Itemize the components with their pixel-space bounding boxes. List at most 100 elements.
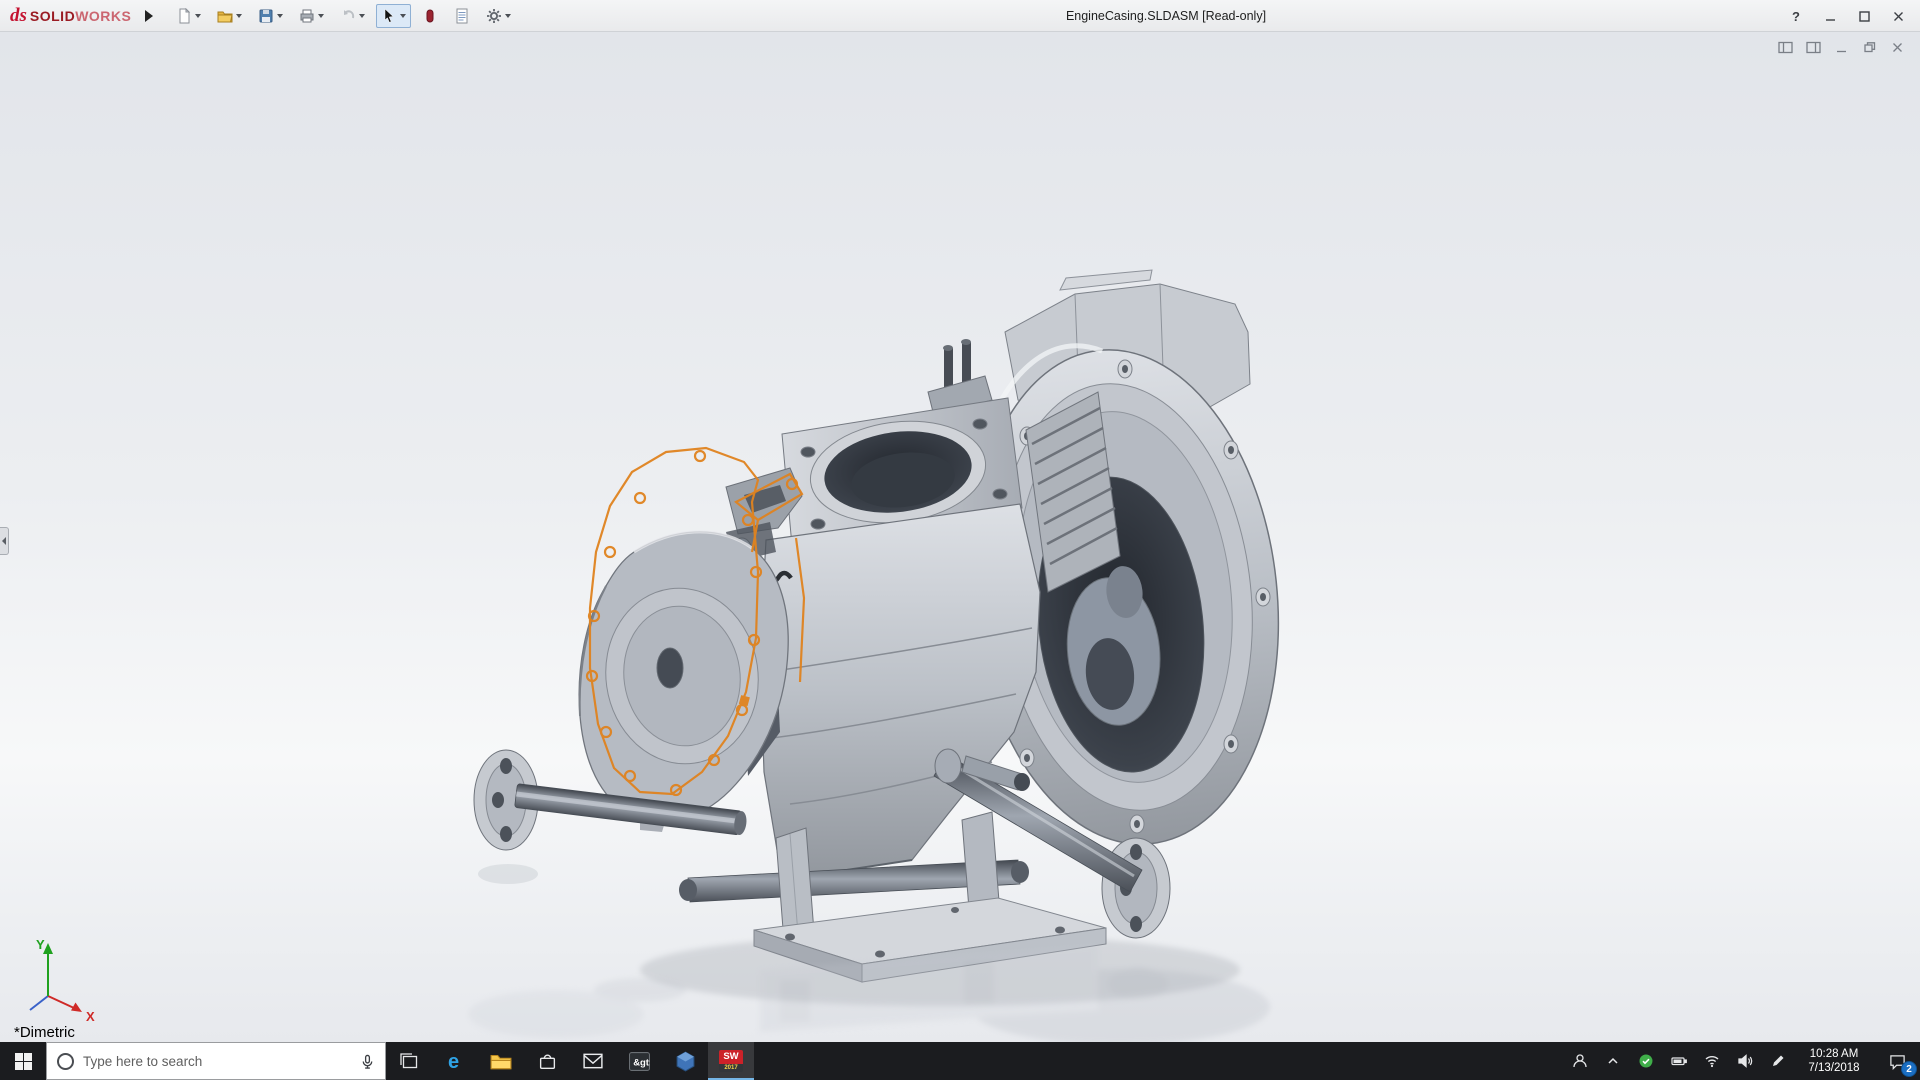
doc-minimize-button[interactable] bbox=[1832, 39, 1850, 55]
orientation-triad[interactable]: Y X bbox=[8, 936, 104, 1028]
pane-right-icon[interactable] bbox=[1804, 39, 1822, 55]
crankcase-block-part[interactable] bbox=[760, 504, 1040, 874]
svg-text:&gt;_: &gt;_ bbox=[633, 1057, 650, 1068]
pen-icon bbox=[1770, 1053, 1786, 1069]
new-document-icon bbox=[176, 8, 192, 24]
system-tray: 10:28 AM 7/13/2018 2 bbox=[1563, 1042, 1920, 1080]
network-button[interactable] bbox=[1695, 1042, 1728, 1080]
dropdown-caret-icon[interactable] bbox=[359, 14, 365, 18]
minimize-button[interactable] bbox=[1816, 4, 1844, 28]
people-button[interactable] bbox=[1563, 1042, 1596, 1080]
taskbar-app-edge[interactable]: e bbox=[432, 1042, 478, 1080]
task-view-button[interactable] bbox=[386, 1042, 432, 1080]
doc-close-button[interactable] bbox=[1888, 39, 1906, 55]
file-properties-icon bbox=[454, 8, 470, 24]
edge-icon: e bbox=[443, 1049, 467, 1073]
open-folder-icon bbox=[217, 8, 233, 24]
undo-icon bbox=[340, 8, 356, 24]
wifi-icon bbox=[1704, 1053, 1720, 1069]
clock-date: 7/13/2018 bbox=[1808, 1061, 1859, 1075]
document-window-controls bbox=[1776, 39, 1906, 55]
save-floppy-icon bbox=[258, 8, 274, 24]
options-button[interactable] bbox=[481, 4, 516, 28]
taskbar-app-store[interactable] bbox=[524, 1042, 570, 1080]
close-button[interactable] bbox=[1884, 4, 1912, 28]
triad-x-label: X bbox=[86, 1009, 95, 1024]
dropdown-caret-icon[interactable] bbox=[400, 14, 406, 18]
reflection-detail bbox=[478, 864, 538, 884]
svg-text:e: e bbox=[448, 1051, 459, 1073]
collapse-arrow-icon bbox=[2, 537, 6, 545]
file-properties-button[interactable] bbox=[449, 4, 475, 28]
windows-logo-icon bbox=[15, 1053, 32, 1070]
dropdown-caret-icon[interactable] bbox=[318, 14, 324, 18]
solidworks-app-icon: SW 2017 bbox=[719, 1050, 743, 1072]
chevron-up-icon bbox=[1605, 1053, 1621, 1069]
gear-icon bbox=[486, 8, 502, 24]
volume-button[interactable] bbox=[1728, 1042, 1761, 1080]
ds-logo-icon: ds bbox=[10, 5, 27, 27]
brand-works-text: WORKS bbox=[75, 8, 131, 24]
save-button[interactable] bbox=[253, 4, 288, 28]
view-orientation-label: *Dimetric bbox=[14, 1024, 75, 1041]
menu-expander-arrow-icon[interactable] bbox=[145, 10, 153, 22]
open-button[interactable] bbox=[212, 4, 247, 28]
clock-time: 10:28 AM bbox=[1810, 1047, 1859, 1061]
triad-y-label: Y bbox=[36, 937, 45, 952]
volume-icon bbox=[1737, 1053, 1753, 1069]
taskbar-app-edrawings[interactable] bbox=[662, 1042, 708, 1080]
pen-button[interactable] bbox=[1761, 1042, 1794, 1080]
battery-button[interactable] bbox=[1662, 1042, 1695, 1080]
brand-solid-text: SOLID bbox=[30, 8, 75, 24]
store-bag-icon bbox=[538, 1052, 557, 1071]
terminal-icon: &gt;_ bbox=[629, 1052, 650, 1071]
engine-casing-model[interactable] bbox=[0, 32, 1920, 1042]
solidworks-logo: ds SOLID WORKS bbox=[0, 5, 137, 27]
dropdown-caret-icon[interactable] bbox=[277, 14, 283, 18]
people-icon bbox=[1572, 1053, 1588, 1069]
defender-button[interactable] bbox=[1629, 1042, 1662, 1080]
dropdown-caret-icon[interactable] bbox=[505, 14, 511, 18]
quick-access-toolbar bbox=[171, 4, 516, 28]
battery-icon bbox=[1671, 1053, 1687, 1069]
rebuild-button[interactable] bbox=[417, 4, 443, 28]
pane-left-icon[interactable] bbox=[1776, 39, 1794, 55]
dropdown-caret-icon[interactable] bbox=[236, 14, 242, 18]
doc-restore-button[interactable] bbox=[1860, 39, 1878, 55]
task-view-icon bbox=[400, 1053, 418, 1069]
taskbar-app-solidworks[interactable]: SW 2017 bbox=[708, 1042, 754, 1080]
defender-shield-icon bbox=[1638, 1053, 1654, 1069]
search-input[interactable] bbox=[83, 1054, 351, 1069]
action-center-button[interactable]: 2 bbox=[1874, 1042, 1920, 1080]
rebuild-stoplight-icon bbox=[422, 8, 438, 24]
cortana-icon bbox=[57, 1053, 74, 1070]
screen: ds SOLID WORKS bbox=[0, 0, 1920, 1080]
mail-envelope-icon bbox=[583, 1053, 603, 1069]
notification-badge: 2 bbox=[1901, 1061, 1917, 1077]
taskbar-app-terminal[interactable]: &gt;_ bbox=[616, 1042, 662, 1080]
print-icon bbox=[299, 8, 315, 24]
taskbar-app-mail[interactable] bbox=[570, 1042, 616, 1080]
taskbar-app-file-explorer[interactable] bbox=[478, 1042, 524, 1080]
folder-icon bbox=[490, 1051, 512, 1071]
windows-taskbar: e &gt;_ SW 2017 bbox=[0, 1042, 1920, 1080]
select-button[interactable] bbox=[376, 4, 411, 28]
microphone-icon[interactable] bbox=[360, 1054, 375, 1069]
show-hidden-icons-button[interactable] bbox=[1596, 1042, 1629, 1080]
cad-cube-icon bbox=[675, 1051, 696, 1072]
window-controls: ? bbox=[1782, 0, 1912, 32]
new-document-button[interactable] bbox=[171, 4, 206, 28]
taskbar-clock[interactable]: 10:28 AM 7/13/2018 bbox=[1794, 1042, 1874, 1080]
graphics-area[interactable]: Y X *Dimetric bbox=[0, 32, 1920, 1042]
start-button[interactable] bbox=[0, 1042, 46, 1080]
taskbar-search[interactable] bbox=[46, 1042, 386, 1080]
help-button[interactable]: ? bbox=[1782, 4, 1810, 28]
maximize-button[interactable] bbox=[1850, 4, 1878, 28]
feature-panel-collapse-tab[interactable] bbox=[0, 527, 9, 555]
dropdown-caret-icon[interactable] bbox=[195, 14, 201, 18]
select-cursor-icon bbox=[381, 8, 397, 24]
undo-button[interactable] bbox=[335, 4, 370, 28]
titlebar: ds SOLID WORKS bbox=[0, 0, 1920, 32]
document-title: EngineCasing.SLDASM [Read-only] bbox=[1066, 0, 1266, 32]
print-button[interactable] bbox=[294, 4, 329, 28]
